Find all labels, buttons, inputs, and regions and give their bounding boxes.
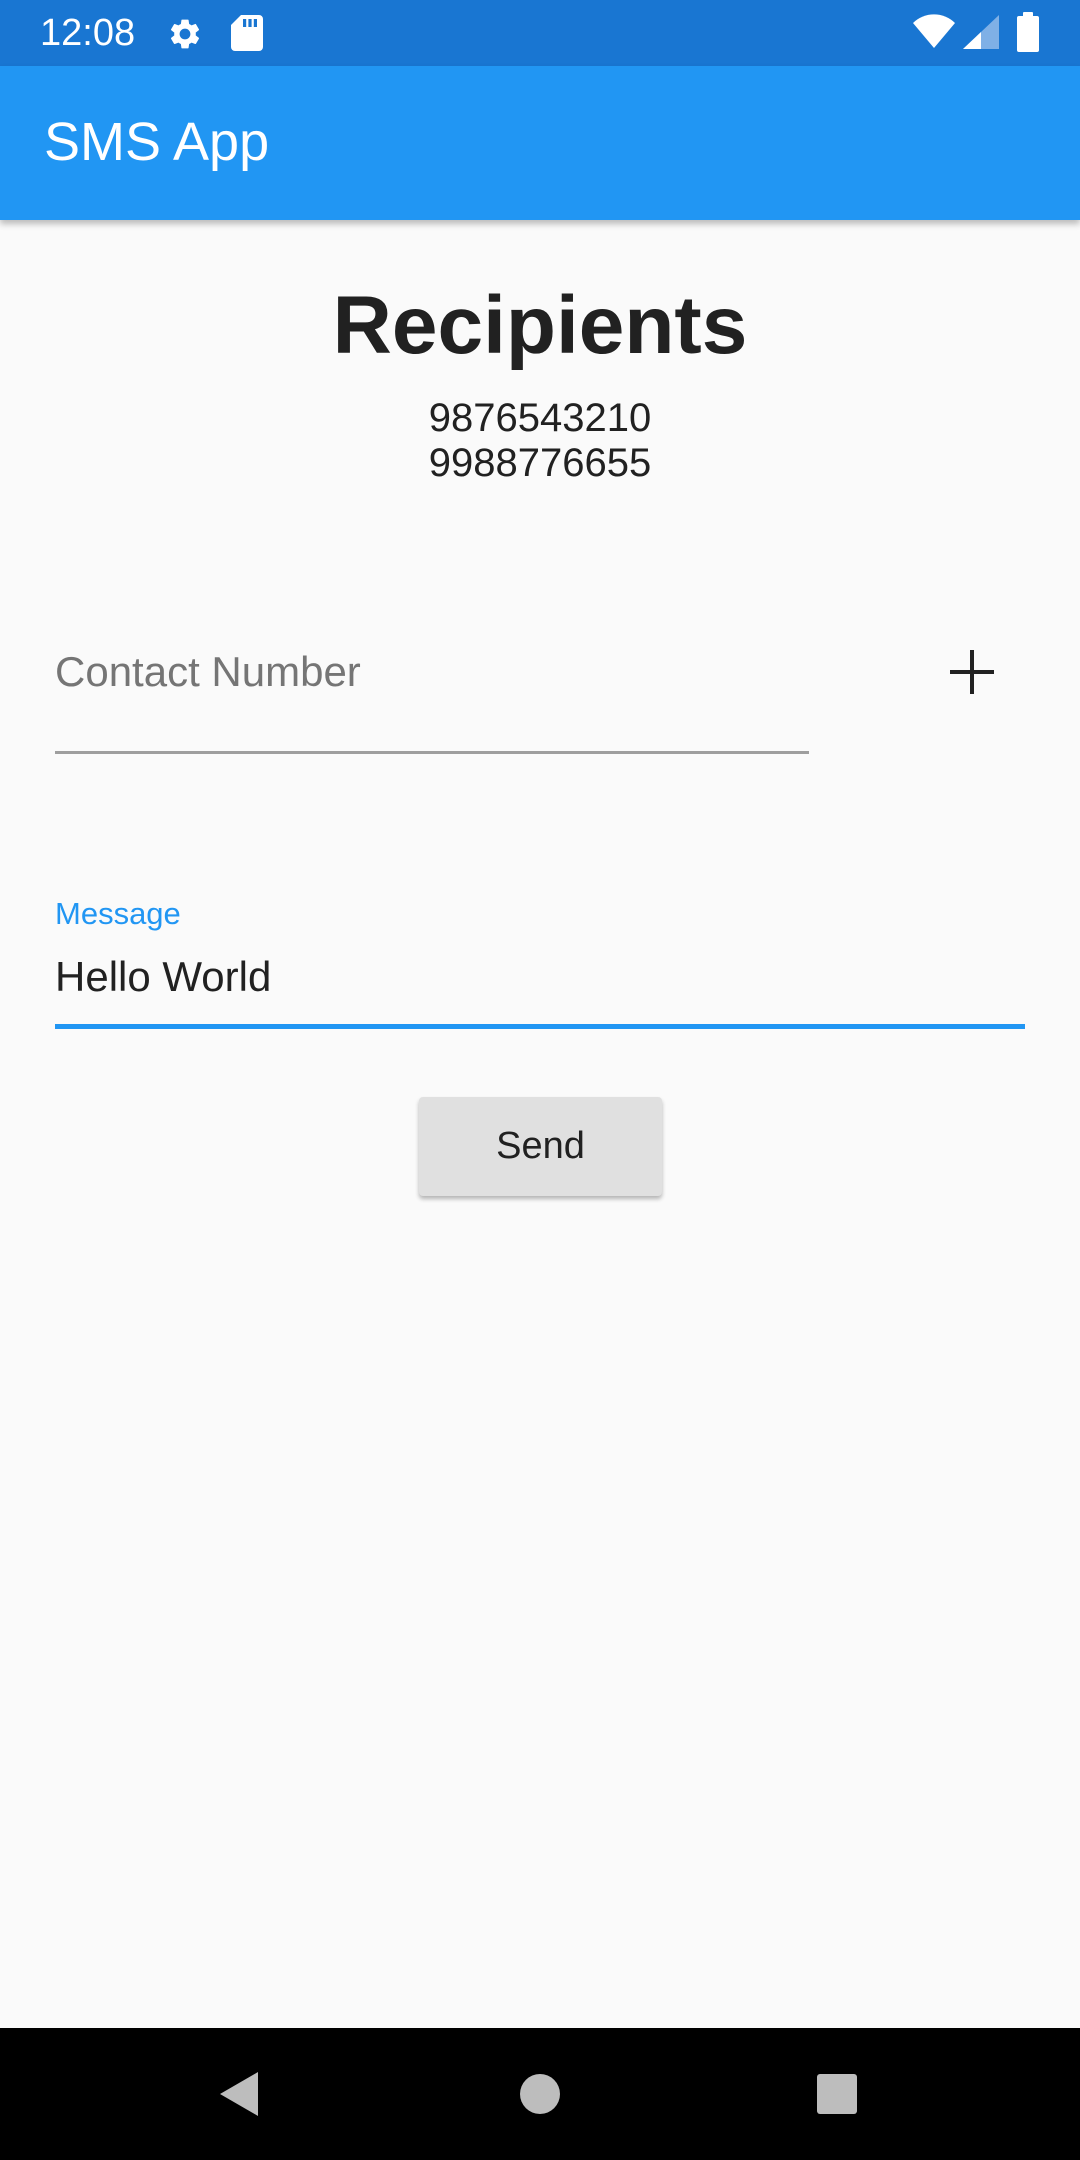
message-label: Message xyxy=(55,896,181,931)
navigation-bar xyxy=(0,2028,1080,2160)
recipient-list: 9876543210 9988776655 xyxy=(0,396,1080,486)
contact-number-underline xyxy=(55,751,809,754)
home-icon[interactable] xyxy=(519,2073,561,2115)
app-title: SMS App xyxy=(44,112,270,172)
recents-icon[interactable] xyxy=(816,2073,858,2115)
gear-icon xyxy=(170,19,200,49)
battery-icon xyxy=(1017,12,1039,52)
sd-card-icon xyxy=(231,15,263,51)
recipients-title: Recipients xyxy=(332,280,748,371)
message-input[interactable] xyxy=(55,935,1025,1019)
sms-app-screen: 12:08 SMS App Recipients 9876543210 9988… xyxy=(0,0,1080,2160)
plus-icon[interactable] xyxy=(932,636,1012,708)
contact-number-input[interactable] xyxy=(55,630,809,714)
message-field: Message xyxy=(55,895,1025,1030)
message-underline xyxy=(55,1024,1025,1029)
recipient-number: 9876543210 xyxy=(428,396,652,440)
send-button[interactable]: Send xyxy=(419,1097,662,1196)
status-bar: 12:08 xyxy=(0,0,1080,66)
app-bar: SMS App xyxy=(0,66,1080,220)
cell-signal-icon xyxy=(963,15,999,49)
contact-number-field xyxy=(55,630,809,754)
wifi-icon xyxy=(913,14,955,48)
back-icon[interactable] xyxy=(216,2070,260,2118)
status-time: 12:08 xyxy=(40,12,136,54)
recipient-number: 9988776655 xyxy=(428,441,652,485)
